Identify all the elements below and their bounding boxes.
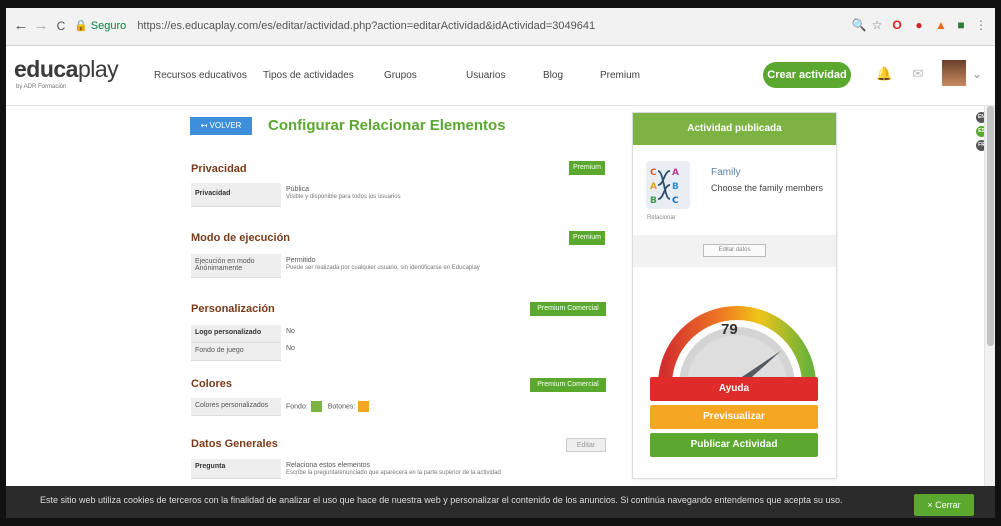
section-modo-title: Modo de ejecución [191, 232, 291, 244]
preview-button[interactable]: Previsualizar [650, 405, 818, 429]
modo-value: Permitido Puede ser realizada por cualqu… [286, 257, 480, 271]
url-text: https://es.educaplay.com/es/editar/activ… [137, 20, 596, 32]
publish-button[interactable]: Publicar Actividad [650, 433, 818, 457]
modo-note: Puede ser realizada por cualquier usuari… [286, 265, 480, 271]
pinterest-icon[interactable]: ● [910, 16, 928, 34]
thumbnail-caption: Relacionar [647, 215, 676, 221]
premium-badge[interactable]: Premium [569, 231, 605, 245]
premium-badge[interactable]: Premium [569, 161, 605, 175]
row-label-privacidad: Privacidad [191, 183, 281, 207]
fondo-color-swatch [310, 401, 322, 412]
reload-button[interactable]: C [52, 19, 70, 33]
logo-play: play [77, 56, 119, 82]
colores-value: Fondo: Botones: [286, 401, 373, 412]
edit-band: Editar datos [633, 235, 836, 267]
svg-text:C: C [650, 168, 657, 178]
arrow-left-icon: ↤ [200, 121, 210, 130]
nav-usuarios[interactable]: Usuarios [466, 70, 505, 81]
premium-comercial-badge[interactable]: Premium Comercial [530, 302, 606, 316]
cookie-text: Este sitio web utiliza cookies de tercer… [40, 495, 843, 505]
nav-blog[interactable]: Blog [543, 70, 563, 81]
page-title: Configurar Relacionar Elementos [268, 117, 506, 134]
browser-toolbar: ← → C 🔒 Seguro https://es.educaplay.com/… [6, 8, 995, 46]
section-datos-title: Datos Generales [191, 438, 278, 450]
opera-icon[interactable]: O [888, 16, 906, 34]
search-icon[interactable]: 🔍 [850, 16, 868, 34]
create-activity-button[interactable]: Crear actividad [763, 62, 851, 88]
secure-label: Seguro [90, 20, 127, 32]
activity-panel: Actividad publicada C A A B B C Relacion… [632, 112, 837, 479]
section-privacidad-title: Privacidad [191, 163, 247, 175]
privacidad-value: Pública Visible y disponible para todos … [286, 186, 401, 200]
privacidad-value-text: Pública [286, 186, 309, 193]
nav-tipos[interactable]: Tipos de actividades [263, 70, 354, 81]
edit-data-button[interactable]: Editar datos [703, 244, 766, 257]
scrollbar-thumb[interactable] [987, 106, 994, 346]
mail-icon[interactable]: ✉ [910, 66, 926, 82]
edit-badge[interactable]: Editar [566, 438, 606, 452]
browser-window: ← → C 🔒 Seguro https://es.educaplay.com/… [0, 0, 1001, 526]
pregunta-value-text: Relaciona estos elementos [286, 462, 371, 469]
logo-value: No [286, 328, 295, 335]
svg-text:B: B [672, 182, 679, 192]
logo-main: educa [14, 56, 78, 82]
lock-icon: 🔒 [74, 20, 88, 32]
section-colores-title: Colores [191, 378, 232, 390]
back-page-label: VOLVER [209, 121, 242, 130]
close-cookie-button[interactable]: × Cerrar [914, 494, 974, 516]
modo-value-text: Permitido [286, 257, 316, 264]
botones-color-label: Botones: [327, 403, 356, 411]
svg-text:B: B [650, 196, 657, 206]
gauge-value: 79 [721, 321, 738, 338]
svg-text:A: A [672, 168, 679, 178]
fondo-value: No [286, 345, 295, 352]
logo-subtitle: by ADR Formación [16, 84, 67, 90]
chevron-down-icon[interactable]: ⌄ [969, 66, 985, 82]
bell-icon[interactable]: 🔔 [876, 66, 892, 82]
address-bar[interactable]: 🔒 Seguro https://es.educaplay.com/es/edi… [74, 19, 595, 32]
avatar[interactable] [942, 60, 966, 86]
botones-color-swatch [358, 401, 370, 412]
panel-header: Actividad publicada [633, 113, 836, 145]
site-header: educaplay by ADR Formación Recursos educ… [6, 46, 995, 106]
row-label-fondo: Fondo de juego [191, 343, 281, 361]
pregunta-value: Relaciona estos elementos Escribe la pre… [286, 462, 501, 476]
extension-icon[interactable]: ■ [952, 16, 970, 34]
extension-icon[interactable]: ▲ [932, 16, 950, 34]
nav-recursos[interactable]: Recursos educativos [154, 70, 247, 81]
activity-thumbnail: C A A B B C [646, 161, 690, 209]
modo-label-2: Anónimamente [195, 265, 243, 272]
star-icon[interactable]: ☆ [868, 16, 886, 34]
row-label-modo: Ejecución en modo Anónimamente [191, 254, 281, 278]
score-gauge: 79 [633, 267, 836, 377]
menu-icon[interactable]: ⋮ [972, 16, 990, 34]
nav-grupos[interactable]: Grupos [384, 70, 417, 81]
site-logo[interactable]: educaplay [14, 56, 119, 83]
relacionar-icon: C A A B B C [650, 168, 679, 206]
bottom-edge [0, 518, 1001, 526]
activity-title[interactable]: Family [711, 167, 740, 178]
help-button[interactable]: Ayuda [650, 377, 818, 401]
row-label-colores: Colores personalizados [191, 398, 281, 416]
privacidad-note: Visible y disponible para todos los usua… [286, 194, 401, 200]
section-personalizacion-title: Personalización [191, 303, 275, 315]
premium-comercial-badge[interactable]: Premium Comercial [530, 378, 606, 392]
modo-label-1: Ejecución en modo [195, 258, 255, 265]
forward-button[interactable]: → [32, 17, 50, 34]
svg-text:C: C [672, 196, 679, 206]
row-label-pregunta: Pregunta [191, 459, 281, 479]
scrollbar[interactable] [984, 106, 995, 486]
main-content: ↤ VOLVER Configurar Relacionar Elementos… [6, 106, 987, 486]
nav-premium[interactable]: Premium [600, 70, 640, 81]
back-button[interactable]: ← [12, 17, 30, 34]
row-label-logo: Logo personalizado [191, 325, 281, 343]
back-page-button[interactable]: ↤ VOLVER [190, 117, 252, 135]
fondo-color-label: Fondo: [286, 403, 308, 411]
activity-description: Choose the family members [711, 183, 824, 193]
pregunta-note: Escribe la pregunta/enunciado que aparec… [286, 470, 501, 476]
svg-text:A: A [650, 182, 657, 192]
